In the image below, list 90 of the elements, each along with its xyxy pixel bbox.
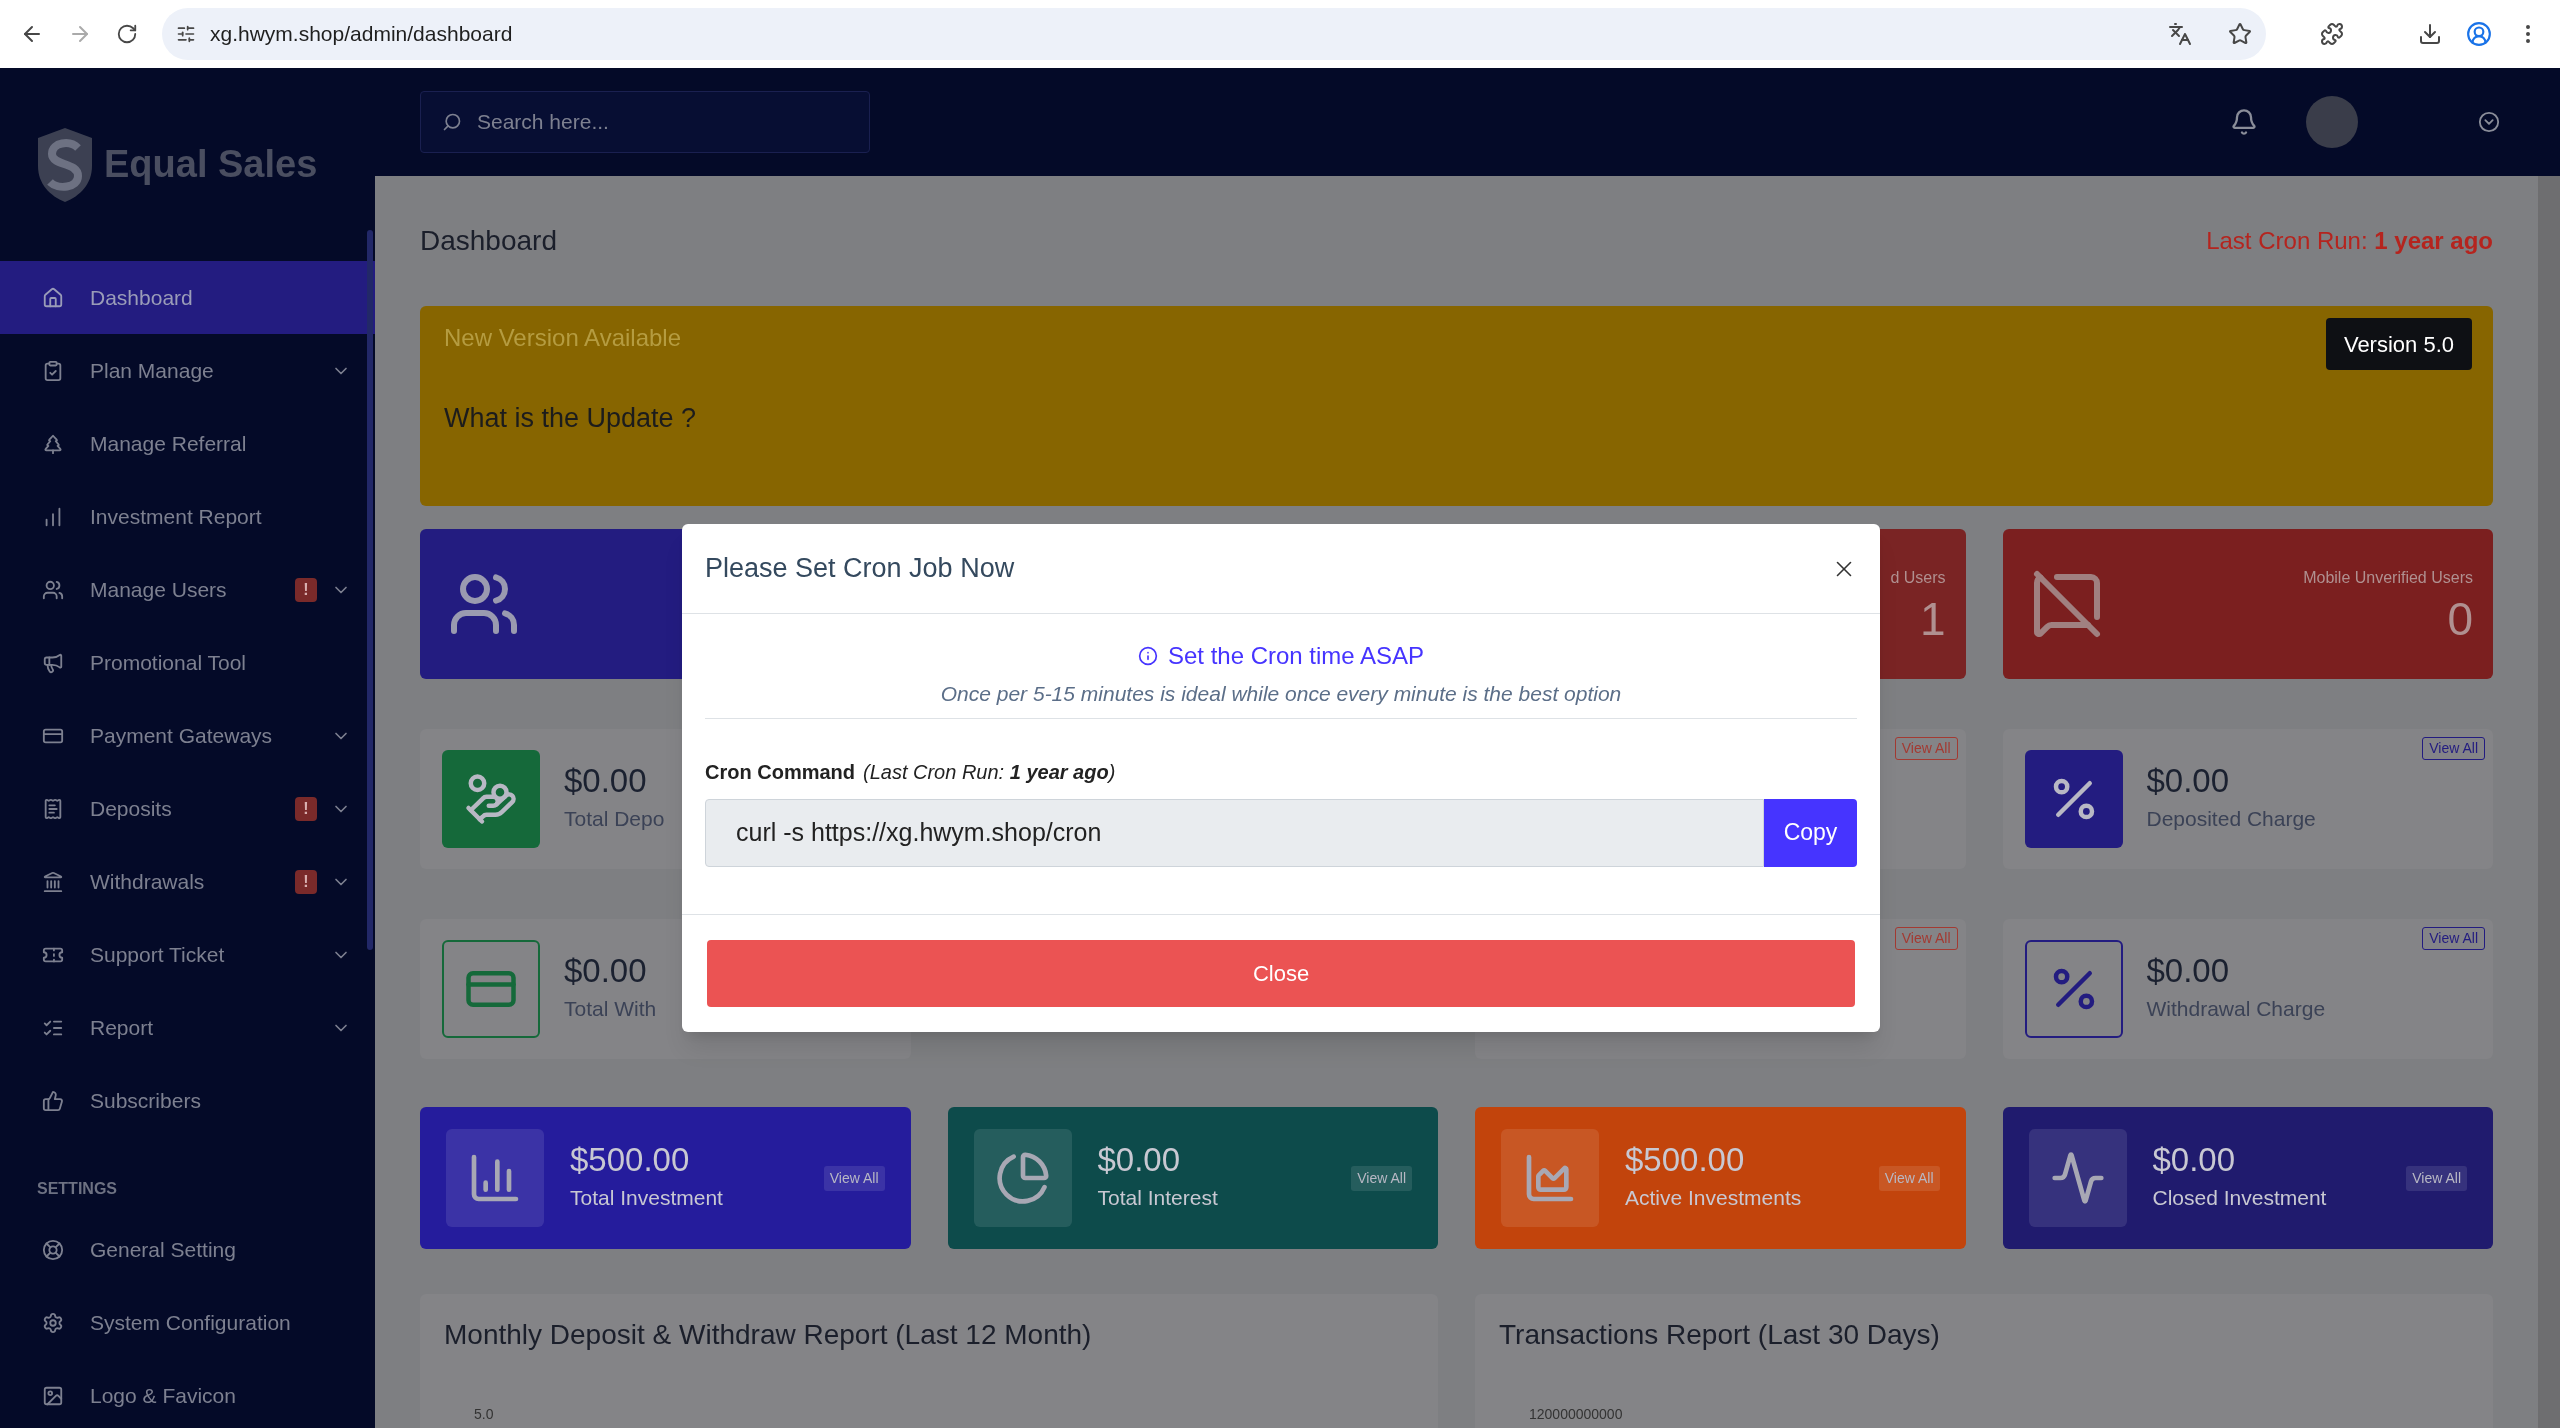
reload-icon[interactable] [116,23,138,45]
extensions-icon[interactable] [2320,22,2344,46]
info-text: Set the Cron time ASAP [1167,641,1425,671]
tree-icon [42,432,64,455]
alert-badge: ! [295,796,317,821]
view-all-link[interactable]: View All [2422,737,2485,760]
thumbs-up-icon [42,1089,64,1112]
page-title: Dashboard [420,224,557,258]
dropdown-icon[interactable] [2478,111,2500,133]
sidebar-item[interactable]: Promotional Tool [0,626,375,699]
url-text: xg.hwym.shop/admin/dashboard [210,21,514,48]
search-icon [442,112,462,132]
clipboard-icon [42,359,64,382]
search-field[interactable]: Search here... [420,91,870,153]
stat-label: Mobile Unverified Users [2303,568,2473,588]
stat-label: Deposited Charge [2146,805,2316,832]
star-icon[interactable] [2228,22,2252,46]
banner-heading: New Version Available [444,323,682,353]
sidebar-item[interactable]: Report [0,991,375,1064]
view-all-link[interactable]: View All [2406,1165,2467,1191]
pie-chart-icon [994,1150,1051,1206]
stat-label: Total With [564,995,657,1022]
note-text: Once per 5-15 minutes is ideal while once every minute is the best option [705,678,1857,719]
address-bar[interactable]: xg.hwym.shop/admin/dashboard [162,8,2266,60]
close-button[interactable]: Close [707,939,1855,1007]
investment-label: Active Investments [1625,1184,1803,1211]
investment-value: $500.00 [1625,1142,1746,1176]
alert-badge: ! [295,577,317,602]
sidebar-item[interactable]: System Configuration [0,1286,375,1359]
investment-label: Closed Investment [2152,1184,2328,1211]
download-icon[interactable] [2418,22,2442,46]
sidebar-item[interactable]: Deposits ! [0,772,375,845]
report-title: Transactions Report (Last 30 Days) [1499,1318,1941,1352]
image-icon [42,1384,64,1407]
zigzag-icon [2049,1150,2106,1206]
view-all-link[interactable]: View All [2422,927,2485,950]
site-settings-icon[interactable] [176,24,196,44]
view-all-link[interactable]: View All [1351,1165,1412,1191]
stat-value: 1 [1919,596,1946,642]
report-title: Monthly Deposit & Withdraw Report (Last 12 Month) [444,1318,1093,1352]
translate-icon[interactable] [2168,22,2192,46]
info-icon [1137,646,1158,666]
stat-value: $0.00 [2146,763,2231,797]
stat-label: Withdrawal Charge [2146,995,2326,1022]
brand-name: Equal Sales [104,142,318,187]
users-icon [42,578,64,601]
version-button[interactable]: Version 5.0 [2325,318,2472,370]
hand-coin-icon [464,772,518,826]
sidebar-item[interactable]: Withdrawals ! [0,845,375,918]
notification-bell-icon[interactable] [2230,108,2258,136]
sidebar-item[interactable]: General Setting [0,1213,375,1286]
field-label: Cron Command [705,759,855,785]
receipt-icon [42,797,64,820]
investment-label: Total Interest [1097,1184,1219,1211]
sidebar-item[interactable]: Investment Report [0,480,375,553]
last-cron-text: Last Cron Run: 1 year ago [2206,226,2493,256]
sidebar-item[interactable]: Logo & Favicon [0,1359,375,1428]
sidebar-item[interactable]: Payment Gateways [0,699,375,772]
sidebar-item[interactable]: Subscribers [0,1064,375,1137]
investment-label: Total Investment [570,1184,724,1211]
banner-question: What is the Update ? [444,402,698,435]
stat-value: $0.00 [2146,953,2231,987]
command-input[interactable]: curl -s https://xg.hwym.shop/cron [705,798,1764,867]
modal-title: Please Set Cron Job Now [705,552,1015,586]
megaphone-icon [42,651,64,674]
section-heading: SETTINGS [36,1179,118,1199]
investment-value: $0.00 [2152,1142,2237,1176]
stat-label: Total Depo [564,805,665,832]
sidebar-item[interactable]: Support Ticket [0,918,375,991]
sidebar-item[interactable]: Manage Referral [0,407,375,480]
settings-icon [42,1311,64,1334]
sidebar-item[interactable]: Manage Users ! [0,553,375,626]
alert-badge: ! [295,869,317,894]
axis-tick: 5.0 [474,1405,495,1424]
investment-value: $500.00 [570,1142,691,1176]
profile-icon[interactable] [2466,21,2492,47]
axis-tick: 120000000000 [1529,1405,1624,1424]
stat-value: $0.00 [564,953,648,987]
bank-icon [42,870,64,893]
stat-value: $0.00 [564,763,648,797]
field-note: (Last Cron Run: 1 year ago) [863,759,1116,785]
stat-label: d Users [1890,568,1946,588]
investment-value: $0.00 [1097,1142,1182,1176]
home-icon [42,286,64,309]
sidebar-item[interactable]: Plan Manage [0,334,375,407]
lifebuoy-icon [42,1238,64,1261]
view-all-link[interactable]: View All [823,1165,885,1191]
stat-value: 0 [2447,596,2473,642]
sidebar-item[interactable]: Dashboard [0,261,375,334]
copy-button[interactable]: Copy [1764,798,1857,867]
